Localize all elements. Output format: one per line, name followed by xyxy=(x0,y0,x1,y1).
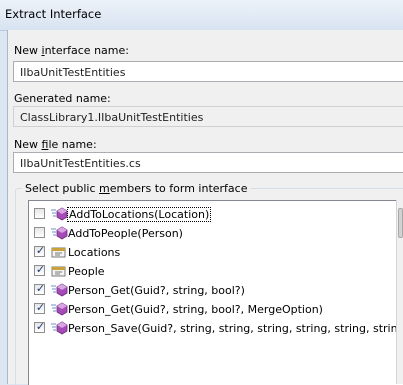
interface-name-label: New interface name: xyxy=(14,44,129,57)
file-name-label: New file name: xyxy=(14,138,97,151)
scrollbar-thumb[interactable] xyxy=(398,208,403,238)
generated-name-label: Generated name: xyxy=(14,92,111,105)
member-item[interactable]: ✓ Person_Save(Guid?, string, string, str… xyxy=(29,319,403,338)
member-item[interactable]: AddToPeople(Person) xyxy=(29,224,403,243)
member-checkbox[interactable]: ✓ xyxy=(34,301,46,314)
check-mark-icon: ✓ xyxy=(35,282,46,295)
window-title: Extract Interface xyxy=(5,7,102,21)
member-checkbox[interactable] xyxy=(34,208,45,219)
method-icon xyxy=(50,321,68,335)
member-item[interactable]: ✓ Locations xyxy=(29,243,403,262)
method-icon xyxy=(50,302,68,316)
member-checkbox[interactable]: ✓ xyxy=(34,263,46,276)
interface-name-value: IIbaUnitTestEntities xyxy=(20,66,126,79)
member-label: Person_Save(Guid?, string, string, strin… xyxy=(68,322,403,335)
check-mark-icon: ✓ xyxy=(35,320,46,333)
member-label: Locations xyxy=(68,246,121,259)
member-item[interactable]: ✓ People xyxy=(29,262,403,281)
member-label: AddToPeople(Person) xyxy=(68,227,183,240)
method-icon xyxy=(50,226,68,240)
title-bar[interactable]: Extract Interface xyxy=(0,0,403,31)
member-label: Person_Get(Guid?, string, bool?, MergeOp… xyxy=(68,303,323,316)
generated-name-field: ClassLibrary1.IIbaUnitTestEntities xyxy=(13,106,403,127)
check-mark-icon: ✓ xyxy=(35,301,46,314)
member-label: People xyxy=(68,265,105,278)
member-label: Person_Get(Guid?, string, bool?) xyxy=(68,284,245,297)
member-item[interactable]: ✓ Person_Get(Guid?, string, bool?, Merge… xyxy=(29,300,403,319)
method-icon xyxy=(50,283,68,297)
member-checkbox[interactable]: ✓ xyxy=(34,282,46,295)
property-icon xyxy=(50,264,68,278)
members-group-caption: Select public members to form interface xyxy=(22,182,251,195)
check-mark-icon: ✓ xyxy=(35,244,46,257)
member-item[interactable]: ✓ Person_Get(Guid?, string, bool?) xyxy=(29,281,403,300)
check-mark-icon: ✓ xyxy=(35,263,46,276)
members-scrollbar[interactable] xyxy=(396,200,403,384)
member-item[interactable]: AddToLocations(Location) xyxy=(29,205,403,224)
member-checkbox[interactable]: ✓ xyxy=(34,320,46,333)
member-checkbox[interactable]: ✓ xyxy=(34,244,46,257)
method-icon xyxy=(50,207,68,221)
file-name-input[interactable]: IIbaUnitTestEntities.cs xyxy=(13,152,403,173)
members-checklist[interactable]: AddToLocations(Location) AddToPeople(Per… xyxy=(28,200,403,385)
member-checkbox[interactable] xyxy=(34,227,45,238)
interface-name-input[interactable]: IIbaUnitTestEntities xyxy=(13,61,403,82)
generated-name-value: ClassLibrary1.IIbaUnitTestEntities xyxy=(20,111,204,124)
member-label: AddToLocations(Location) xyxy=(66,207,212,222)
property-icon xyxy=(50,245,68,259)
file-name-value: IIbaUnitTestEntities.cs xyxy=(20,157,141,170)
